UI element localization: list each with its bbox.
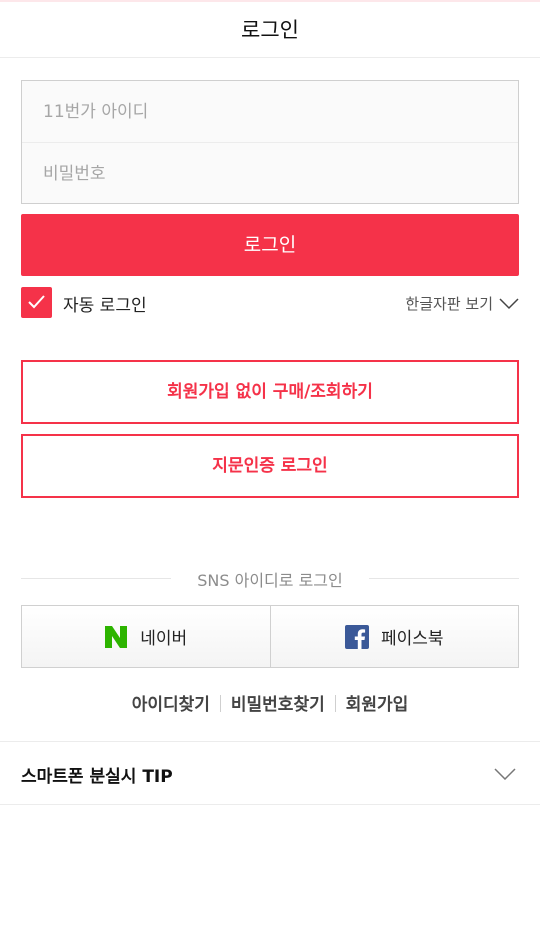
chevron-down-icon	[494, 768, 516, 780]
facebook-login-button[interactable]: 페이스북	[269, 606, 519, 667]
naver-icon	[105, 625, 128, 648]
password-input[interactable]	[22, 143, 518, 204]
find-id-link[interactable]: 아이디찾기	[132, 695, 210, 715]
login-button[interactable]: 로그인	[21, 214, 519, 276]
keypad-toggle[interactable]: 한글자판 보기	[405, 293, 519, 314]
sns-divider-label: SNS 아이디로 로그인	[197, 571, 343, 590]
naver-label: 네이버	[140, 629, 188, 649]
facebook-icon	[344, 624, 369, 649]
fingerprint-login-button[interactable]: 지문인증 로그인	[21, 434, 519, 498]
lost-phone-tip-toggle[interactable]: 스마트폰 분실시 TIP	[0, 741, 540, 805]
chevron-down-icon	[499, 297, 519, 309]
divider-line-right	[369, 578, 519, 579]
keypad-label: 한글자판 보기	[405, 295, 493, 313]
page-title: 로그인	[241, 18, 299, 42]
guest-purchase-button[interactable]: 회원가입 없이 구매/조회하기	[21, 360, 519, 424]
auto-login-label[interactable]: 자동 로그인	[63, 291, 147, 316]
signup-link[interactable]: 회원가입	[346, 695, 409, 715]
auto-login-checkbox[interactable]	[21, 287, 52, 318]
find-password-link[interactable]: 비밀번호찾기	[231, 695, 325, 715]
tip-title: 스마트폰 분실시 TIP	[21, 767, 173, 787]
link-separator	[334, 695, 336, 712]
check-icon	[28, 295, 45, 309]
sns-divider: SNS 아이디로 로그인	[21, 565, 519, 591]
account-links: 아이디찾기 비밀번호찾기 회원가입	[0, 690, 540, 715]
header: 로그인	[0, 0, 540, 58]
login-form	[21, 80, 519, 204]
naver-login-button[interactable]: 네이버	[22, 606, 270, 667]
facebook-label: 페이스북	[380, 629, 444, 649]
link-separator	[219, 695, 221, 712]
sns-login-buttons: 네이버 페이스북	[21, 605, 519, 668]
id-input[interactable]	[22, 81, 518, 142]
